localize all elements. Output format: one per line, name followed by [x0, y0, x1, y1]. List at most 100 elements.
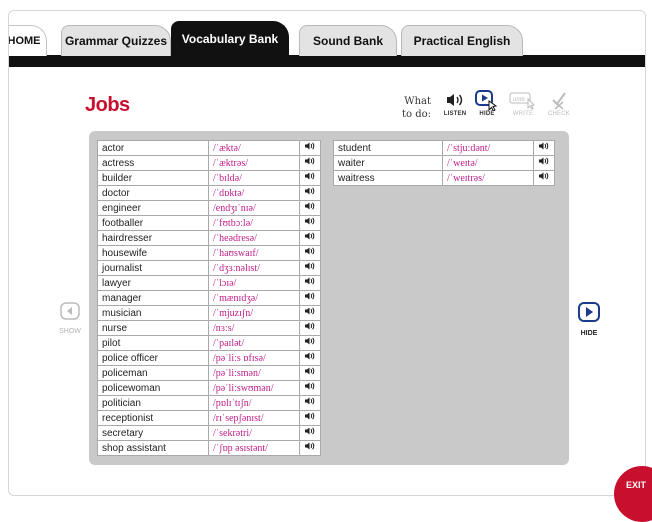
tab-sound-bank[interactable]: Sound Bank [299, 25, 397, 56]
top-nav: HOME Grammar Quizzes Vocabulary Bank Sou… [9, 11, 645, 67]
phonetic-cell: /ˈpaɪlət/ [208, 335, 300, 351]
speaker-icon [305, 172, 315, 180]
word-cell: policewoman [97, 380, 209, 396]
speaker-icon [305, 262, 315, 270]
play-audio-button[interactable] [299, 230, 321, 246]
tab-grammar-quizzes[interactable]: Grammar Quizzes [61, 25, 171, 56]
svg-text:umb: umb [513, 97, 525, 103]
play-audio-button[interactable] [299, 395, 321, 411]
word-table-left: actor/ˈæktə/actress/ˈæktrəs/builder/ˈbɪl… [97, 140, 321, 456]
play-audio-button[interactable] [533, 155, 555, 171]
word-row: pilot/ˈpaɪlət/ [97, 335, 321, 351]
play-audio-button[interactable] [299, 275, 321, 291]
play-audio-button[interactable] [299, 155, 321, 171]
speaker-icon [539, 142, 549, 150]
show-button[interactable]: SHOW [53, 301, 87, 335]
speaker-icon [305, 217, 315, 225]
play-audio-button[interactable] [299, 215, 321, 231]
word-row: waitress/ˈweɪtrəs/ [333, 170, 555, 186]
what-to-do-label: What to do: [391, 95, 431, 121]
phonetic-cell: /ˈhaʊswaɪf/ [208, 245, 300, 261]
word-row: actress/ˈæktrəs/ [97, 155, 321, 171]
play-audio-button[interactable] [299, 365, 321, 381]
play-audio-button[interactable] [299, 380, 321, 396]
word-row: hairdresser/ˈheədresə/ [97, 230, 321, 246]
word-row: footballer/ˈfʊtbɔːlə/ [97, 215, 321, 231]
word-row: actor/ˈæktə/ [97, 140, 321, 156]
phonetic-cell: /ˈmjuzɪʃn/ [208, 305, 300, 321]
hide-side-label: HIDE [580, 330, 598, 337]
play-audio-button[interactable] [299, 200, 321, 216]
phonetic-cell: /ˈweɪtrəs/ [442, 170, 534, 186]
hide-side-button[interactable]: HIDE [569, 301, 609, 337]
play-audio-button[interactable] [299, 350, 321, 366]
word-cell: lawyer [97, 275, 209, 291]
word-row: builder/ˈbɪldə/ [97, 170, 321, 186]
tab-practical-english[interactable]: Practical English [401, 25, 523, 56]
page-title: Jobs [85, 94, 130, 116]
word-row: nurse/nɜːs/ [97, 320, 321, 336]
play-audio-button[interactable] [299, 290, 321, 306]
tab-vocabulary-bank[interactable]: Vocabulary Bank [171, 21, 289, 56]
speaker-icon [305, 142, 315, 150]
phonetic-cell: /ˈæktə/ [208, 140, 300, 156]
word-cell: nurse [97, 320, 209, 336]
word-row: housewife/ˈhaʊswaɪf/ [97, 245, 321, 261]
word-cell: musician [97, 305, 209, 321]
word-row: doctor/ˈdɒktə/ [97, 185, 321, 201]
speaker-icon [305, 247, 315, 255]
speaker-icon [305, 442, 315, 450]
speaker-icon [305, 292, 315, 300]
word-cell: engineer [97, 200, 209, 216]
phonetic-cell: /ˈbɪldə/ [208, 170, 300, 186]
play-audio-button[interactable] [299, 335, 321, 351]
speaker-icon [305, 322, 315, 330]
word-cell: politician [97, 395, 209, 411]
word-cell: journalist [97, 260, 209, 276]
speaker-icon [305, 277, 315, 285]
hide-tool-label: HIDE [479, 111, 495, 117]
right-arrow-icon [578, 302, 600, 322]
play-audio-button[interactable] [299, 425, 321, 441]
phonetic-cell: /ˈstjuːdənt/ [442, 140, 534, 156]
word-row: politician/pɒlɪˈtɪʃn/ [97, 395, 321, 411]
word-table-right: student/ˈstjuːdənt/waiter/ˈweɪtə/waitres… [333, 140, 555, 186]
play-audio-button[interactable] [299, 320, 321, 336]
word-cell: policeman [97, 365, 209, 381]
play-audio-button[interactable] [299, 305, 321, 321]
play-audio-button[interactable] [299, 140, 321, 156]
hide-tool-button[interactable]: HIDE [469, 89, 505, 117]
play-audio-button[interactable] [299, 440, 321, 456]
phonetic-cell: /pəˈliːsmən/ [208, 365, 300, 381]
play-audio-button[interactable] [299, 410, 321, 426]
word-cell: actor [97, 140, 209, 156]
write-button[interactable]: umb WRITE [505, 89, 541, 117]
play-audio-button[interactable] [299, 170, 321, 186]
play-audio-button[interactable] [533, 170, 555, 186]
word-row: student/ˈstjuːdənt/ [333, 140, 555, 156]
phonetic-cell: /ˈʃɒp əsɪstənt/ [208, 440, 300, 456]
exit-label: EXIT [626, 480, 647, 490]
word-cell: student [333, 140, 443, 156]
phonetic-cell: /ˈdɒktə/ [208, 185, 300, 201]
play-cursor-icon [475, 90, 498, 111]
play-audio-button[interactable] [533, 140, 555, 156]
speaker-icon [305, 352, 315, 360]
word-row: policewoman/pəˈliːswʊmən/ [97, 380, 321, 396]
word-row: engineer/endʒɪˈnɪə/ [97, 200, 321, 216]
word-row: waiter/ˈweɪtə/ [333, 155, 555, 171]
speaker-icon [305, 307, 315, 315]
speaker-icon [305, 397, 315, 405]
word-cell: doctor [97, 185, 209, 201]
play-audio-button[interactable] [299, 260, 321, 276]
listen-button[interactable]: LISTEN [437, 89, 473, 117]
phonetic-cell: /ˈlɔɪə/ [208, 275, 300, 291]
check-button[interactable]: CHECK [541, 89, 577, 117]
tab-home[interactable]: HOME [9, 25, 47, 56]
play-audio-button[interactable] [299, 185, 321, 201]
speaker-icon [305, 382, 315, 390]
word-cell: receptionist [97, 410, 209, 426]
play-audio-button[interactable] [299, 245, 321, 261]
phonetic-cell: /ˈfʊtbɔːlə/ [208, 215, 300, 231]
speaker-icon [305, 157, 315, 165]
